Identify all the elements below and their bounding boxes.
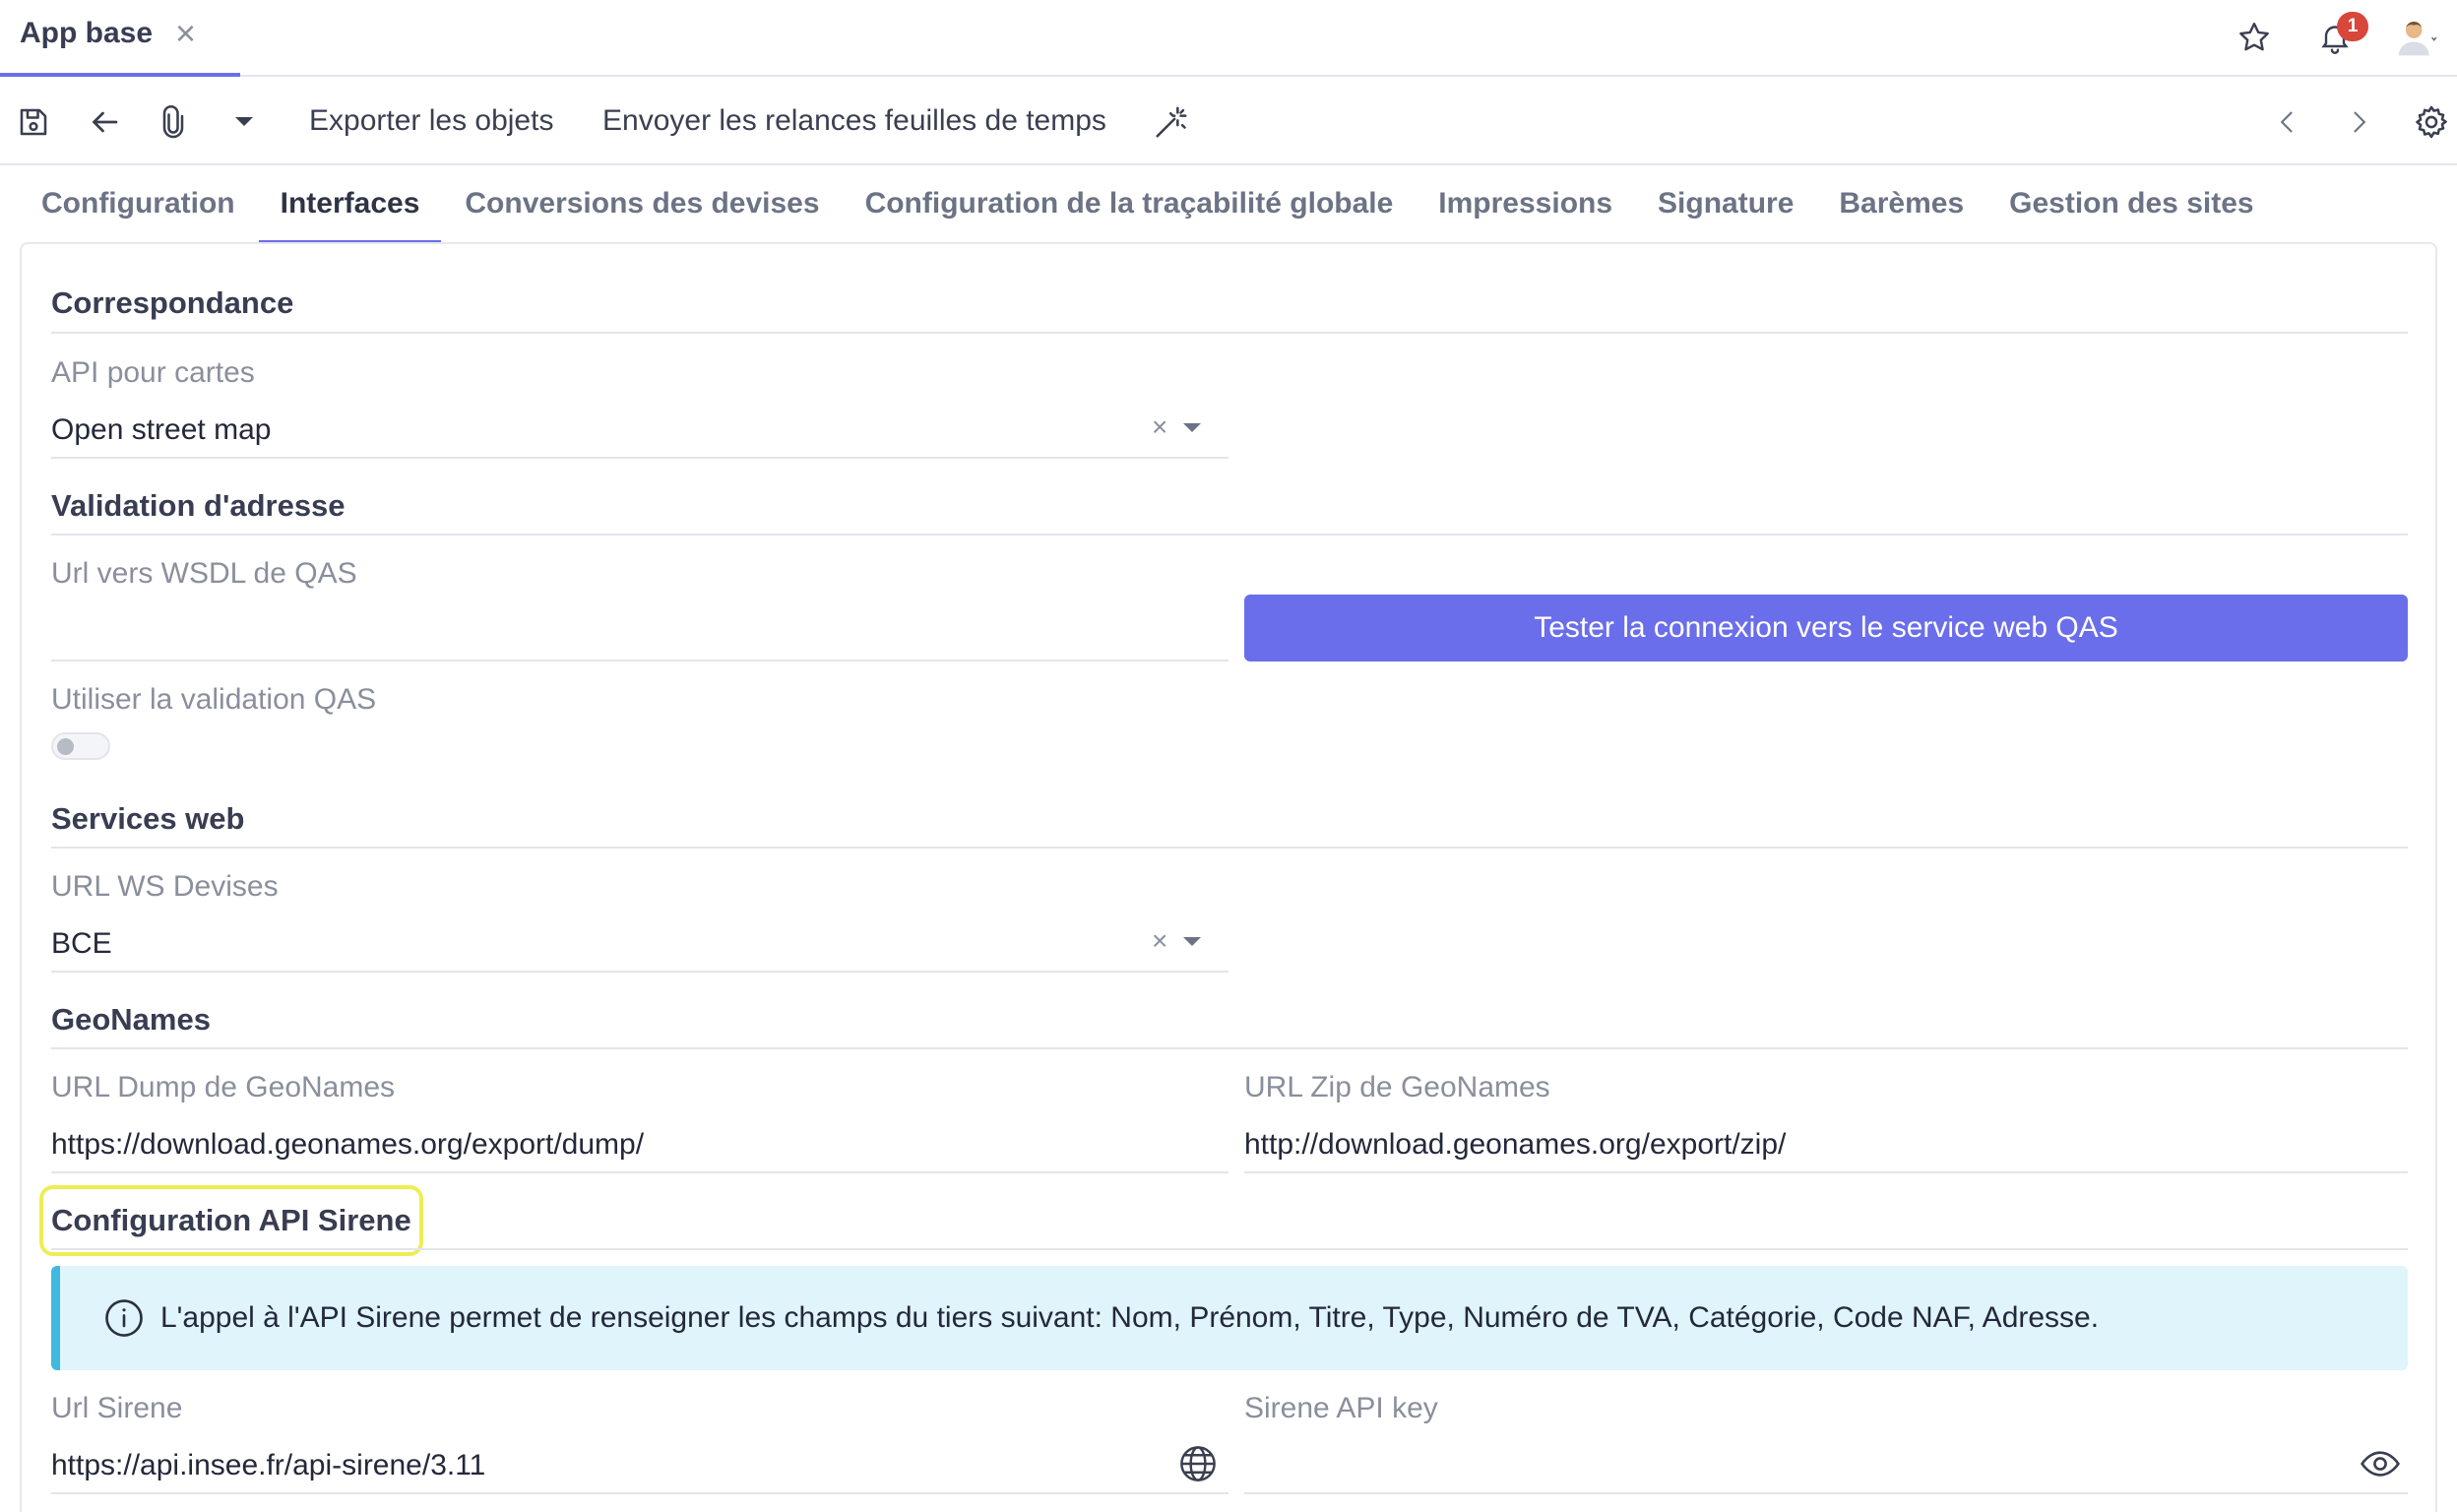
field-underline [51, 1171, 1228, 1173]
eye-icon[interactable] [2359, 1443, 2402, 1484]
tab-signature[interactable]: Signature [1636, 167, 1815, 244]
field-underline [51, 457, 1228, 459]
star-icon[interactable] [2233, 16, 2276, 59]
tab-site-management[interactable]: Gestion des sites [1987, 167, 2275, 244]
field-underline [51, 971, 1228, 973]
caret-down-icon[interactable] [1183, 422, 1202, 432]
sirene-info-text: L'appel à l'API Sirene permet de renseig… [160, 1301, 2100, 1334]
field-underline [51, 660, 1228, 662]
section-tabs: Configuration Interfaces Conversions des… [20, 167, 2278, 244]
notification-badge: 1 [2337, 12, 2368, 41]
window-tab-bar: App base × 1 [0, 0, 2457, 77]
clear-icon[interactable]: × [1152, 925, 1167, 957]
map-api-select[interactable]: Open street map [51, 413, 271, 447]
section-divider [51, 534, 2408, 536]
chevron-right-icon[interactable] [2337, 100, 2380, 144]
section-title-web-services: Services web [51, 801, 245, 836]
sirene-url-input[interactable]: https://api.insee.fr/api-sirene/3.11 [51, 1449, 485, 1482]
globe-icon[interactable] [1177, 1443, 1219, 1484]
ws-currency-label: URL WS Devises [51, 870, 279, 903]
use-qas-toggle[interactable] [51, 732, 110, 760]
section-title-geonames: GeoNames [51, 1002, 211, 1037]
paperclip-icon[interactable] [152, 100, 195, 144]
tab-configuration[interactable]: Configuration [20, 167, 257, 244]
send-timesheet-reminders-button[interactable]: Envoyer les relances feuilles de temps [602, 104, 1106, 138]
test-qas-connection-button[interactable]: Tester la connexion vers le service web … [1244, 595, 2408, 662]
magic-wand-icon[interactable] [1150, 100, 1193, 144]
section-divider [51, 332, 2408, 334]
sirene-api-key-label: Sirene API key [1244, 1392, 1438, 1424]
section-divider [51, 1248, 2408, 1250]
save-icon[interactable] [12, 100, 55, 144]
info-icon [103, 1297, 145, 1339]
use-qas-label: Utiliser la validation QAS [51, 683, 377, 716]
back-arrow-icon[interactable] [83, 100, 126, 144]
tab-interfaces[interactable]: Interfaces [258, 167, 442, 244]
tab-global-traceability[interactable]: Configuration de la traçabilité globale [844, 167, 1416, 244]
tab-printing[interactable]: Impressions [1417, 167, 1634, 244]
geonames-dump-label: URL Dump de GeoNames [51, 1071, 396, 1103]
chevron-left-icon[interactable] [2266, 100, 2309, 144]
toggle-knob [57, 738, 74, 755]
field-underline [1244, 1492, 2408, 1494]
tab-currency-conversions[interactable]: Conversions des devises [443, 167, 841, 244]
toolbar: Exporter les objets Envoyer les relances… [0, 79, 2457, 165]
tab-scales[interactable]: Barèmes [1817, 167, 1985, 244]
caret-down-icon[interactable] [222, 100, 266, 144]
wsdl-url-input[interactable] [51, 612, 1228, 656]
field-underline [51, 1492, 1228, 1494]
geonames-zip-label: URL Zip de GeoNames [1244, 1071, 1550, 1103]
user-avatar-icon[interactable] [2394, 16, 2437, 59]
geonames-zip-input[interactable]: http://download.geonames.org/export/zip/ [1244, 1128, 1786, 1162]
sirene-url-label: Url Sirene [51, 1392, 183, 1424]
bell-icon[interactable]: 1 [2313, 12, 2368, 59]
app-tab-title: App base [20, 17, 154, 49]
ws-currency-select-controls: × [1152, 925, 1202, 957]
section-divider [51, 1047, 2408, 1049]
top-icons: 1 [2233, 10, 2437, 65]
map-api-label: API pour cartes [51, 356, 255, 389]
map-api-select-controls: × [1152, 411, 1202, 443]
ws-currency-select[interactable]: BCE [51, 927, 112, 961]
geonames-dump-input[interactable]: https://download.geonames.org/export/dum… [51, 1128, 644, 1162]
section-title-sirene: Configuration API Sirene [51, 1203, 411, 1237]
app-tab[interactable]: App base × [0, 0, 240, 77]
section-divider [51, 847, 2408, 849]
sirene-info-alert: L'appel à l'API Sirene permet de renseig… [51, 1266, 2408, 1370]
section-title-correspondance: Correspondance [51, 285, 294, 320]
export-objects-button[interactable]: Exporter les objets [309, 104, 553, 138]
section-title-address-validation: Validation d'adresse [51, 488, 346, 523]
sirene-api-key-input[interactable] [1244, 1449, 2327, 1488]
wsdl-url-label: Url vers WSDL de QAS [51, 557, 357, 590]
gear-icon[interactable] [2410, 100, 2453, 144]
clear-icon[interactable]: × [1152, 411, 1167, 443]
caret-down-icon[interactable] [1183, 936, 1202, 946]
close-icon[interactable]: × [175, 14, 196, 53]
field-underline [1244, 1171, 2408, 1173]
